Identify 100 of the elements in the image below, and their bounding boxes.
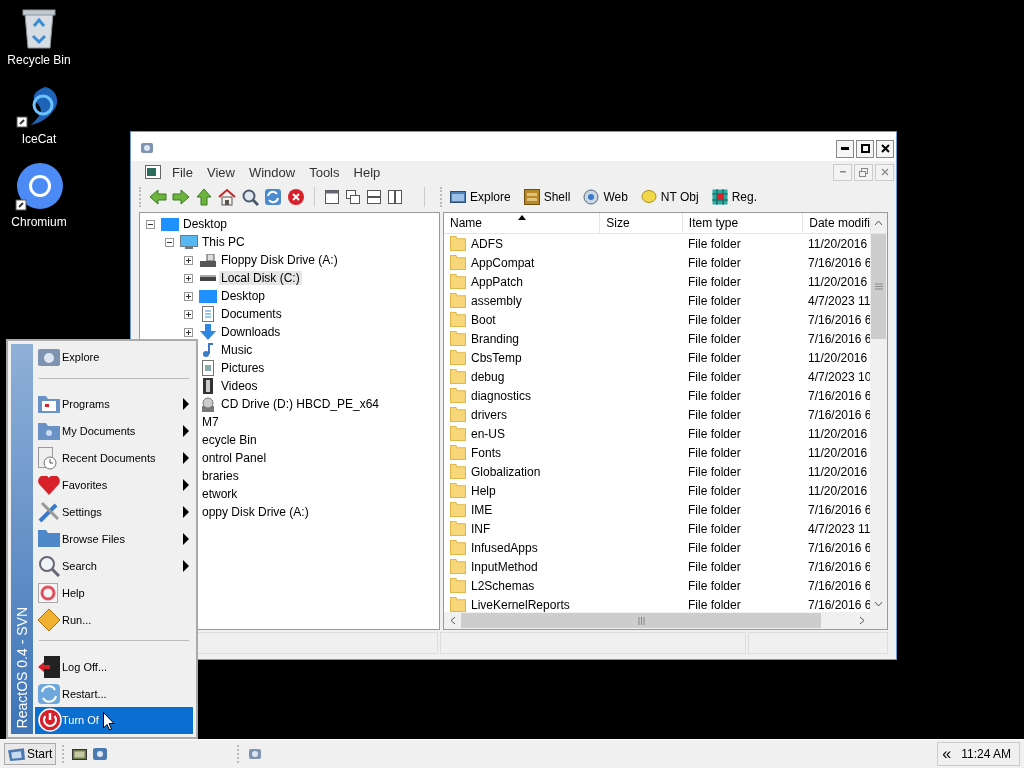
start-menu-item[interactable]: Settings [35, 498, 193, 526]
file-name[interactable]: ADFS [471, 236, 503, 251]
tree-item[interactable]: etwork [200, 487, 240, 501]
column-header[interactable]: Item type [682, 213, 804, 233]
start-menu-item[interactable]: Explore [35, 344, 193, 371]
forward-arrow-icon[interactable] [172, 187, 190, 206]
tree-item[interactable]: Local Disk (C:) [219, 271, 302, 285]
desktop-icon-label[interactable]: IceCat [21, 132, 57, 146]
tree-item[interactable]: M7 [200, 415, 221, 429]
start-menu-item[interactable]: Restart... [35, 680, 193, 707]
tree-item[interactable]: Music [219, 343, 255, 357]
horizontal-scrollbar[interactable] [444, 612, 887, 629]
taskbar-window-button[interactable] [247, 747, 264, 761]
close-button[interactable] [876, 139, 894, 158]
clock[interactable]: 11:24 AM [961, 747, 1011, 761]
home-icon[interactable] [218, 187, 236, 206]
toolbar-button[interactable]: Shell [523, 188, 579, 205]
file-name[interactable]: L2Schemas [471, 578, 535, 593]
tree-item[interactable]: Documents [219, 307, 284, 321]
start-menu-item[interactable]: Browse Files [35, 525, 193, 553]
file-name[interactable]: drivers [471, 407, 507, 422]
column-header[interactable]: Size [600, 213, 683, 233]
start-menu-item[interactable]: Favorites [35, 471, 193, 499]
start-menu-item[interactable]: Log Off... [35, 653, 193, 681]
tree-item[interactable]: Videos [219, 379, 260, 393]
desktop-icon[interactable] [72, 748, 88, 760]
up-arrow-icon[interactable] [195, 187, 213, 206]
tree-item[interactable]: Desktop [181, 217, 230, 231]
file-name[interactable]: diagnostics [471, 388, 532, 403]
file-name[interactable]: Globalization [471, 464, 541, 479]
file-name[interactable]: Help [471, 483, 496, 498]
start-menu-item[interactable]: Run... [35, 606, 193, 634]
file-name[interactable]: LiveKernelReports [471, 597, 570, 612]
recycle-bin-icon[interactable] [19, 6, 59, 50]
restore-button[interactable] [854, 163, 873, 181]
column-header[interactable]: Date modifi [803, 213, 871, 233]
tree-item[interactable]: Downloads [219, 325, 283, 339]
tree-item[interactable]: oppy Disk Drive (A:) [200, 505, 311, 519]
file-name[interactable]: Boot [471, 312, 496, 327]
file-name[interactable]: InfusedApps [471, 540, 538, 555]
start-menu-item[interactable]: Help [35, 579, 193, 607]
explorer-icon[interactable] [93, 748, 108, 760]
back-arrow-icon[interactable] [149, 187, 167, 206]
file-name[interactable]: en-US [471, 426, 505, 441]
desktop-icon-label[interactable]: Recycle Bin [7, 53, 71, 67]
menu-item[interactable]: View [199, 164, 242, 180]
expander-icon[interactable] [184, 291, 193, 301]
search-icon[interactable] [241, 187, 259, 206]
start-menu-item[interactable]: Search [35, 552, 193, 580]
tree-item[interactable]: This PC [200, 235, 247, 249]
column-header[interactable]: Name [444, 213, 601, 233]
menu-item[interactable]: Tools [302, 164, 347, 180]
stop-icon[interactable] [287, 187, 305, 206]
file-name[interactable]: INF [471, 521, 491, 536]
round-logo-icon[interactable] [14, 162, 64, 212]
toolbar-button[interactable]: NT Obj [640, 189, 707, 204]
toolbar-button[interactable]: Reg. [711, 188, 765, 205]
menu-item[interactable]: Help [346, 164, 388, 180]
file-name[interactable]: debug [471, 369, 505, 384]
toolbar-button[interactable]: Web [583, 188, 636, 205]
tree-item[interactable]: Desktop [219, 289, 268, 303]
start-menu-item[interactable]: Recent Documents [35, 444, 193, 472]
tree-item[interactable]: ontrol Panel [200, 451, 269, 465]
menu-item[interactable]: Window [241, 164, 303, 180]
maximize-button[interactable] [856, 139, 874, 158]
cascade-windows-icon[interactable] [345, 188, 361, 205]
expander-icon[interactable] [184, 255, 193, 265]
vertical-scrollbar[interactable] [870, 234, 887, 612]
window-icon[interactable] [324, 188, 340, 205]
file-name[interactable]: AppPatch [471, 274, 524, 289]
expander-icon[interactable] [146, 219, 155, 229]
toolbar-button[interactable]: Explore [450, 189, 519, 204]
expander-icon[interactable] [184, 327, 193, 337]
expander-icon[interactable] [184, 273, 193, 283]
scroll-thumb[interactable] [461, 613, 821, 628]
scroll-thumb[interactable] [871, 234, 886, 339]
start-menu-item[interactable]: Programs [35, 390, 193, 418]
menu-item[interactable]: File [165, 164, 200, 180]
tree-item[interactable]: CD Drive (D:) HBCD_PE_x64 [219, 397, 382, 411]
file-name[interactable]: assembly [471, 293, 522, 308]
tree-item[interactable]: ecycle Bin [200, 433, 259, 447]
desktop-icon-label[interactable]: Chromium [11, 215, 67, 229]
refresh-icon[interactable] [264, 187, 282, 206]
file-name[interactable]: IME [471, 502, 493, 517]
file-name[interactable]: CbsTemp [471, 350, 522, 365]
tree-item[interactable]: braries [200, 469, 241, 483]
start-menu-item[interactable]: Turn Of [35, 707, 193, 734]
file-name[interactable]: Branding [471, 331, 520, 346]
tray-toggle-button[interactable]: « [942, 745, 952, 763]
file-name[interactable]: Fonts [471, 445, 501, 460]
expander-icon[interactable] [165, 237, 174, 247]
file-name[interactable]: InputMethod [471, 559, 538, 574]
minimize-button[interactable] [836, 139, 854, 158]
tile-horizontal-icon[interactable] [366, 188, 382, 205]
tree-item[interactable]: Pictures [219, 361, 267, 375]
expander-icon[interactable] [184, 309, 193, 319]
start-menu-item[interactable]: My Documents [35, 417, 193, 445]
tree-item[interactable]: Floppy Disk Drive (A:) [219, 253, 340, 267]
tile-vertical-icon[interactable] [387, 188, 403, 205]
start-button[interactable]: Start [4, 743, 57, 765]
